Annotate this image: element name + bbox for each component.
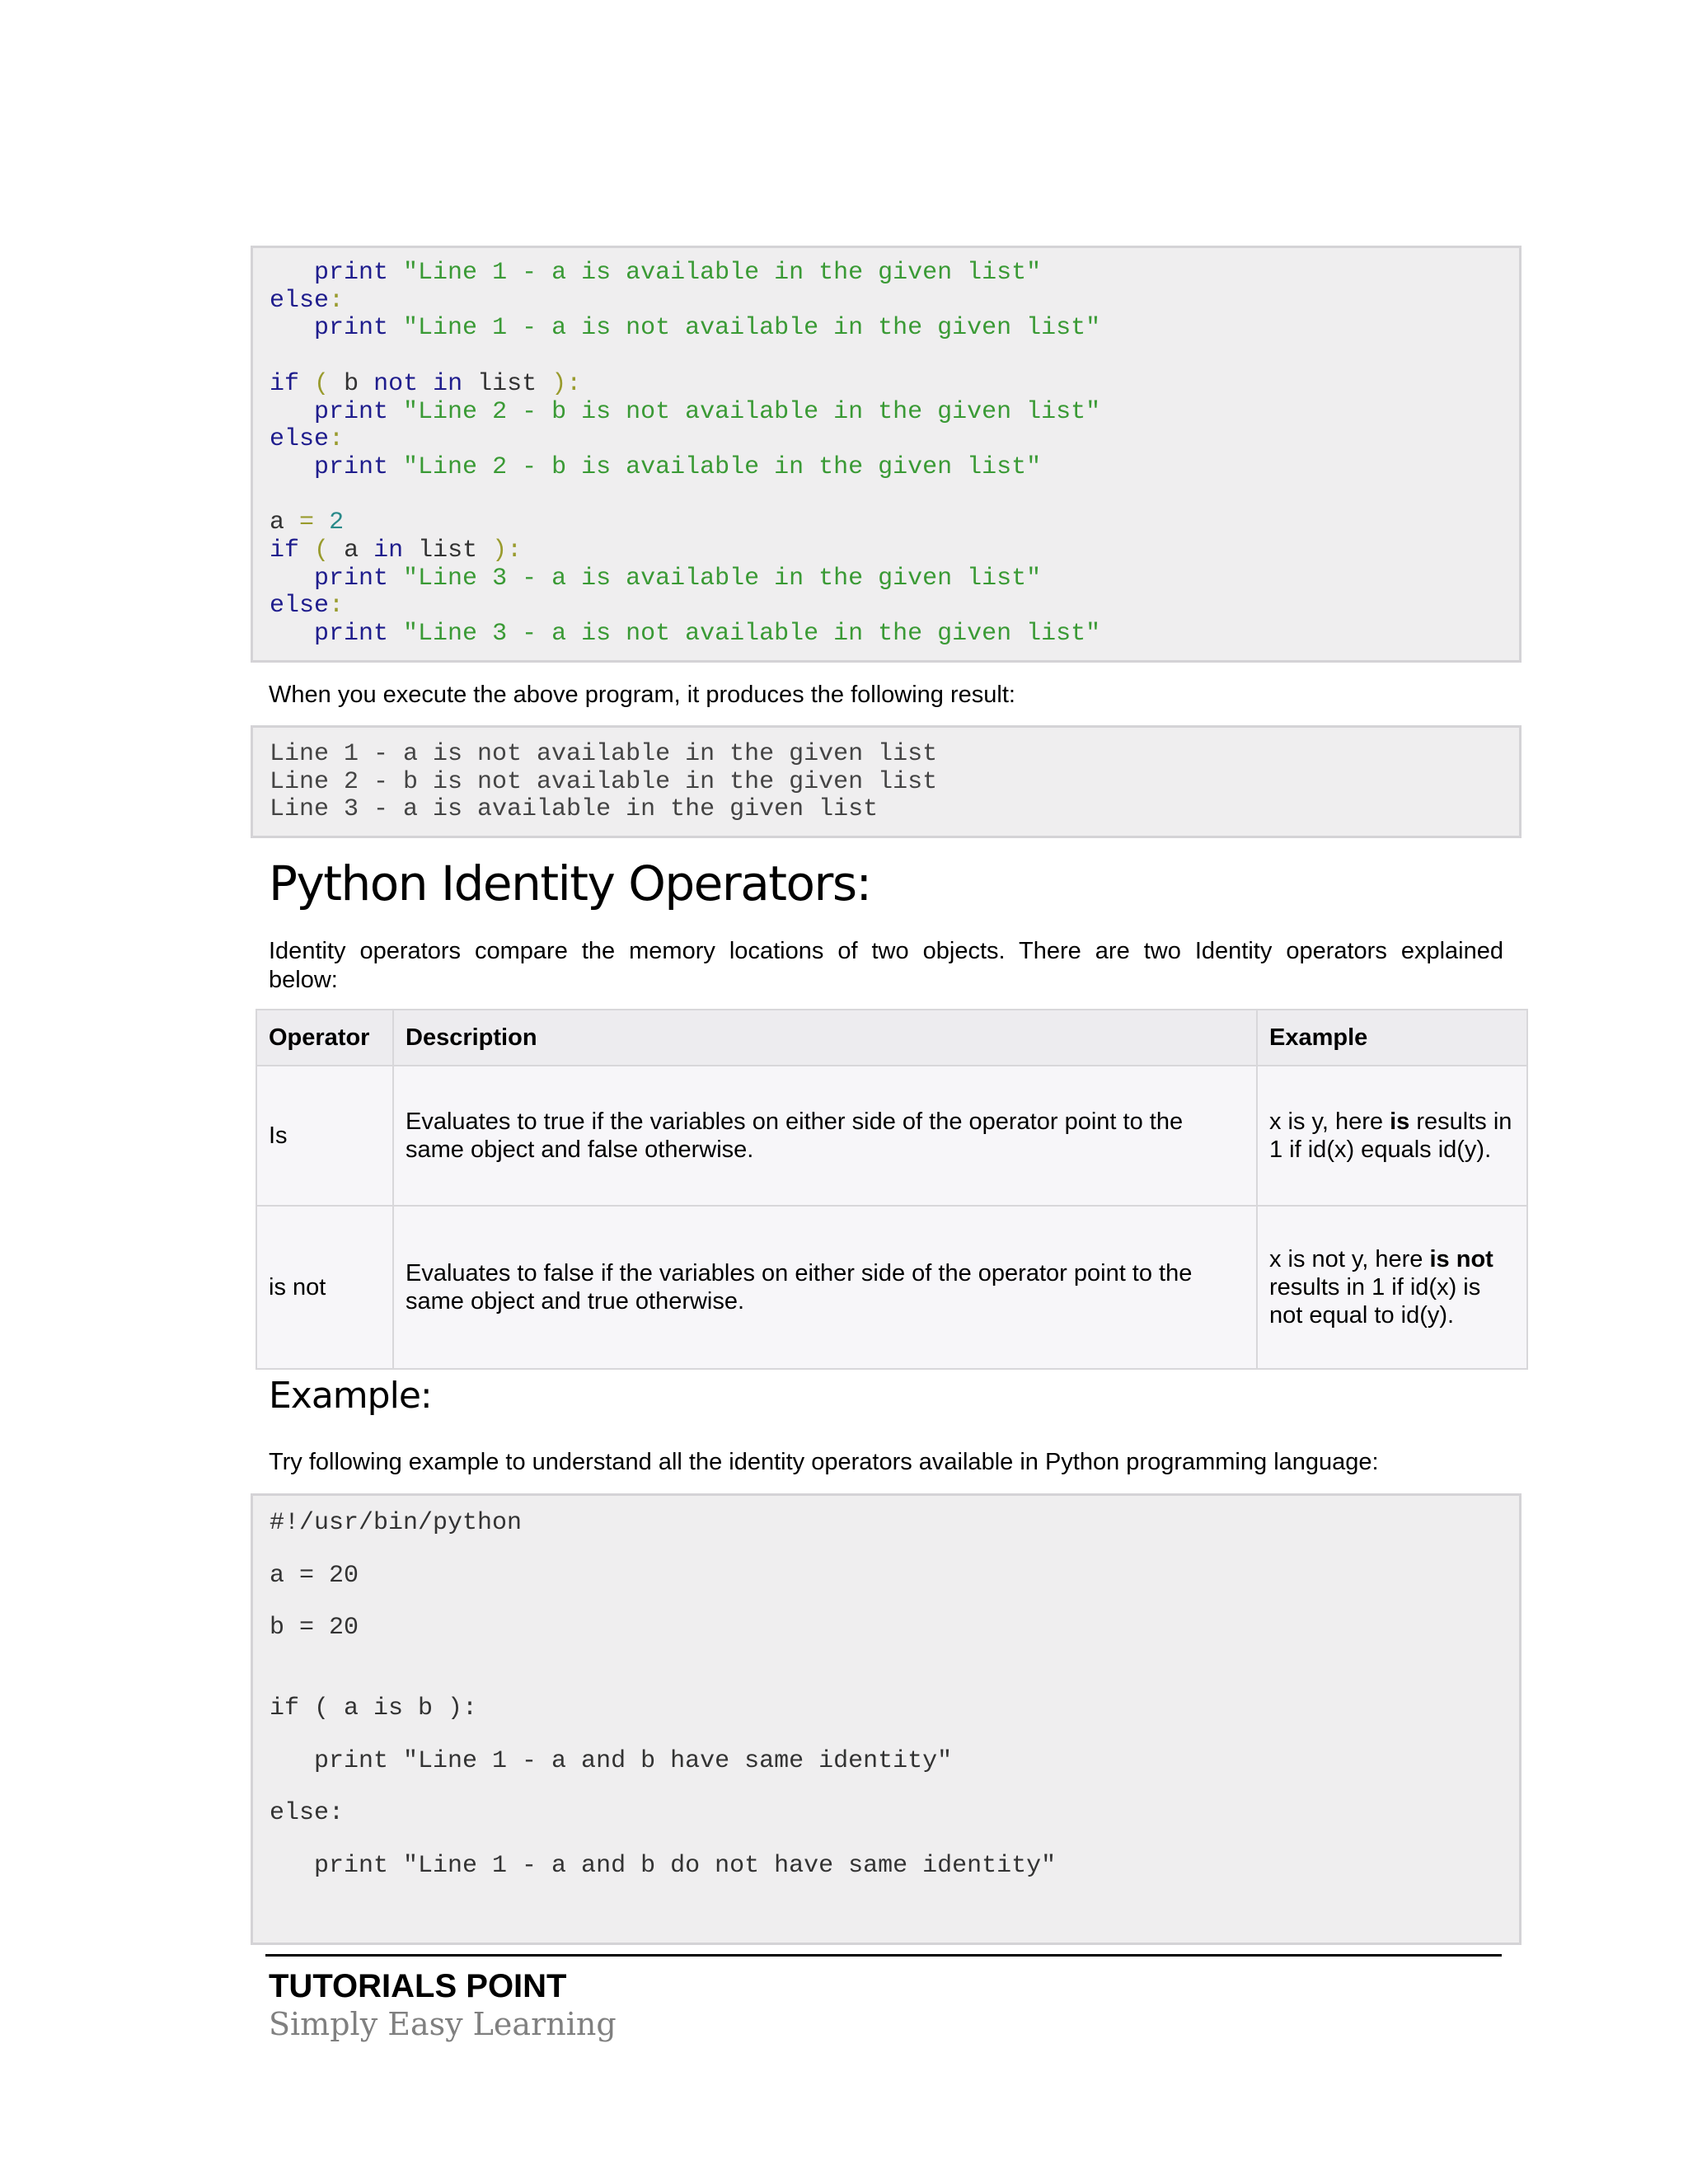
table-row: is not Evaluates to false if the variabl…: [256, 1205, 1528, 1370]
result-intro-text: When you execute the above program, it p…: [269, 682, 1015, 708]
example-intro-text: Try following example to understand all …: [269, 1449, 1379, 1475]
output-line: Line 3 - a is available in the given lis…: [270, 795, 879, 824]
cell-operator: is not: [256, 1205, 394, 1370]
cell-example: x is not y, here is not results in 1 if …: [1256, 1205, 1528, 1370]
output-line: Line 1 - a is not available in the given…: [270, 740, 938, 768]
header-example: Example: [1256, 1009, 1528, 1066]
table-header-row: Operator Description Example: [256, 1009, 1528, 1066]
footer-divider: [265, 1954, 1502, 1957]
identity-operators-table: Operator Description Example Is Evaluate…: [256, 1009, 1528, 1370]
code-line: if ( a is b ):: [270, 1694, 478, 1722]
cell-description: Evaluates to false if the variables on e…: [392, 1205, 1258, 1370]
code-block-identity-example: #!/usr/bin/python a = 20 b = 20 if ( a i…: [251, 1493, 1522, 1945]
footer-brand: TUTORIALS POINT: [269, 1968, 567, 2004]
example-title: Example:: [269, 1375, 433, 1417]
code-content: print "Line 1 - a is available in the gi…: [270, 259, 1101, 649]
code-line: a = 20: [270, 1562, 359, 1590]
output-block: Line 1 - a is not available in the given…: [251, 725, 1522, 838]
footer-tagline: Simply Easy Learning: [269, 2006, 617, 2042]
section-title: Python Identity Operators:: [269, 855, 872, 912]
section-intro-line2: below:: [269, 967, 338, 993]
section-intro-line1: Identity operators compare the memory lo…: [269, 938, 1503, 964]
cell-example: x is y, here is results in 1 if id(x) eq…: [1256, 1065, 1528, 1207]
table-row: Is Evaluates to true if the variables on…: [256, 1065, 1528, 1207]
code-line: #!/usr/bin/python: [270, 1509, 523, 1537]
code-block-comparison: print "Line 1 - a is available in the gi…: [251, 246, 1522, 663]
cell-operator: Is: [256, 1065, 394, 1207]
code-line: else:: [270, 1799, 345, 1827]
cell-description: Evaluates to true if the variables on ei…: [392, 1065, 1258, 1207]
code-line: print "Line 1 - a and b have same identi…: [270, 1747, 953, 1775]
output-line: Line 2 - b is not available in the given…: [270, 767, 938, 796]
code-line: print "Line 1 - a and b do not have same…: [270, 1852, 1057, 1880]
header-description: Description: [392, 1009, 1258, 1066]
header-operator: Operator: [256, 1009, 394, 1066]
code-line: b = 20: [270, 1614, 359, 1642]
output-content: Line 1 - a is not available in the given…: [270, 740, 938, 824]
